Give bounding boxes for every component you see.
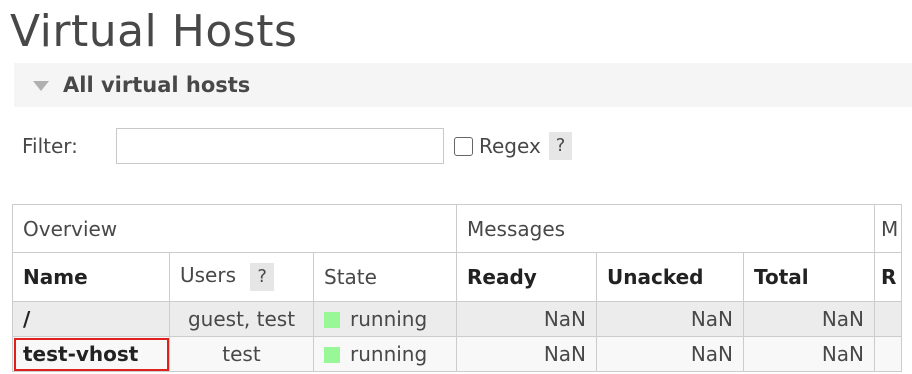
filter-label: Filter: bbox=[22, 134, 78, 158]
filter-row: Filter: Regex ? bbox=[22, 126, 573, 166]
vhost-total-cell: NaN bbox=[743, 301, 875, 337]
vhost-name-cell[interactable]: / bbox=[12, 301, 170, 337]
regex-label[interactable]: Regex bbox=[479, 134, 541, 158]
overview-group-header: Overview bbox=[12, 204, 457, 253]
table-group-header-row: Overview Messages M bbox=[12, 204, 902, 253]
vhost-state-label: running bbox=[350, 342, 428, 366]
vhost-ready-cell: NaN bbox=[456, 301, 597, 337]
column-header-state[interactable]: State bbox=[313, 252, 457, 302]
vhost-unacked-cell: NaN bbox=[596, 336, 744, 372]
vhost-ready-cell: NaN bbox=[456, 336, 597, 372]
vhost-state-cell: running bbox=[313, 336, 457, 372]
vhost-users-cell: test bbox=[169, 336, 314, 372]
vhost-users-cell: guest, test bbox=[169, 301, 314, 337]
vhost-name-link[interactable]: test-vhost bbox=[23, 342, 138, 366]
column-header-total[interactable]: Total bbox=[743, 252, 875, 302]
messages-group-header: Messages bbox=[456, 204, 875, 253]
vhost-name-link[interactable]: / bbox=[23, 307, 30, 331]
column-header-name[interactable]: Name bbox=[12, 252, 170, 302]
users-help-button[interactable]: ? bbox=[250, 263, 274, 291]
vhost-unacked-cell: NaN bbox=[596, 301, 744, 337]
page-title: Virtual Hosts bbox=[10, 6, 298, 57]
vhost-state-cell: running bbox=[313, 301, 457, 337]
regex-help-button[interactable]: ? bbox=[548, 132, 573, 160]
column-header-users: Users ? bbox=[169, 252, 314, 302]
network-group-header-partial: M bbox=[874, 204, 902, 253]
column-header-partial: R bbox=[874, 252, 902, 302]
table-row: test-vhost test running NaN NaN NaN bbox=[12, 336, 902, 372]
table-row: / guest, test running NaN NaN NaN bbox=[12, 301, 902, 337]
partial-cell bbox=[874, 336, 902, 372]
vhost-state-label: running bbox=[350, 307, 428, 331]
virtual-hosts-table: Overview Messages M Name Users ? State R… bbox=[12, 204, 902, 372]
vhost-total-cell: NaN bbox=[743, 336, 875, 372]
vhost-name-cell[interactable]: test-vhost bbox=[12, 336, 170, 372]
table-column-header-row: Name Users ? State Ready Unacked Total R bbox=[12, 252, 902, 302]
partial-cell bbox=[874, 301, 902, 337]
users-header-label: Users bbox=[180, 263, 237, 287]
filter-input[interactable] bbox=[116, 128, 444, 164]
column-header-unacked[interactable]: Unacked bbox=[596, 252, 744, 302]
running-status-icon bbox=[324, 312, 340, 328]
section-title: All virtual hosts bbox=[63, 73, 251, 97]
running-status-icon bbox=[324, 347, 340, 363]
collapse-triangle-icon[interactable] bbox=[33, 81, 49, 91]
column-header-ready[interactable]: Ready bbox=[456, 252, 597, 302]
regex-checkbox[interactable] bbox=[454, 136, 473, 156]
all-virtual-hosts-section-header[interactable]: All virtual hosts bbox=[14, 63, 912, 107]
